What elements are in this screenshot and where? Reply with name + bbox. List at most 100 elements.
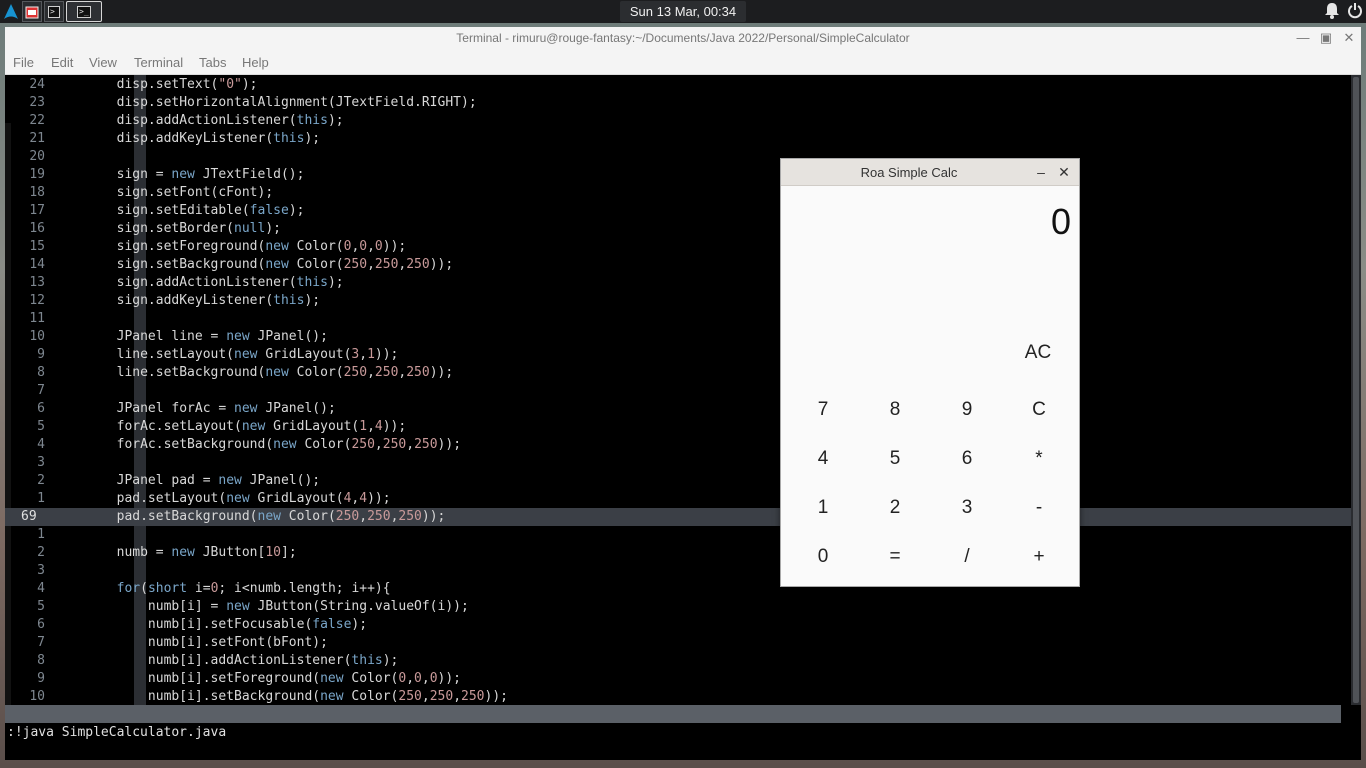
maximize-icon[interactable]: ▣ [1318,30,1334,46]
line-number: 7 [37,383,45,398]
code-line[interactable]: 18 sign.setFont(cFont); [5,184,1351,202]
code-line[interactable]: 2 JPanel pad = new JPanel(); [5,472,1351,490]
code-line[interactable]: 10 JPanel line = new JPanel(); [5,328,1351,346]
code-line[interactable]: 4 for(short i=0; i<numb.length; i++){ [5,580,1351,598]
key-equals[interactable]: = [859,537,931,577]
menu-tabs[interactable]: Tabs [199,55,226,70]
code-line[interactable]: 21 disp.addKeyListener(this); [5,130,1351,148]
line-code: numb[i].setForeground(new Color(0,0,0)); [54,671,462,686]
code-line[interactable]: 5 forAc.setLayout(new GridLayout(1,4)); [5,418,1351,436]
line-number: 2 [37,545,45,560]
calculator-titlebar[interactable]: Roa Simple Calc – ✕ [781,159,1079,186]
line-number: 9 [37,347,45,362]
key-1[interactable]: 1 [787,488,859,528]
power-icon[interactable] [1347,2,1363,23]
line-number: 19 [29,167,45,182]
key-8[interactable]: 8 [859,390,931,430]
code-line[interactable]: 16 sign.setBorder(null); [5,220,1351,238]
key-divide[interactable]: / [931,537,1003,577]
code-line[interactable]: 3 [5,454,1351,472]
code-line[interactable]: 2 numb = new JButton[10]; [5,544,1351,562]
line-number: 2 [37,473,45,488]
menu-help[interactable]: Help [242,55,269,70]
code-line[interactable]: 15 sign.setForeground(new Color(0,0,0)); [5,238,1351,256]
code-editor[interactable]: 24 disp.setText("0"); 23 disp.setHorizont… [5,75,1351,705]
code-line[interactable]: 7 [5,382,1351,400]
line-code: line.setLayout(new GridLayout(3,1)); [54,347,399,362]
menu-edit[interactable]: Edit [51,55,73,70]
line-number: 3 [37,455,45,470]
code-line[interactable]: 4 forAc.setBackground(new Color(250,250,… [5,436,1351,454]
code-line[interactable]: 7 numb[i].setFont(bFont); [5,634,1351,652]
key-0[interactable]: 0 [787,537,859,577]
key-2[interactable]: 2 [859,488,931,528]
line-code: disp.setHorizontalAlignment(JTextField.R… [54,95,477,110]
key-4[interactable]: 4 [787,439,859,479]
key-clear[interactable]: C [1003,390,1075,430]
minimize-icon[interactable]: — [1295,30,1311,46]
terminal-launcher[interactable]: > [44,1,64,22]
notification-bell-icon[interactable] [1324,2,1340,23]
code-line[interactable]: 12 sign.addKeyListener(this); [5,292,1351,310]
menu-terminal[interactable]: Terminal [134,55,183,70]
code-line[interactable]: 5 numb[i] = new JButton(String.valueOf(i… [5,598,1351,616]
command-line[interactable]: :!java SimpleCalculator.java [7,723,226,743]
code-line[interactable]: 8 numb[i].addActionListener(this); [5,652,1351,670]
line-code: for(short i=0; i<numb.length; i++){ [116,581,391,596]
line-code: line.setBackground(new Color(250,250,250… [54,365,454,380]
key-3[interactable]: 3 [931,488,1003,528]
code-line[interactable]: 19 sign = new JTextField(); [5,166,1351,184]
key-5[interactable]: 5 [859,439,931,479]
key-plus[interactable]: + [1003,537,1075,577]
terminal-titlebar[interactable]: Terminal - rimuru@rouge-fantasy:~/Docume… [5,27,1361,51]
code-line[interactable]: 69 pad.setBackground(new Color(250,250,2… [5,508,1351,526]
line-code: sign.setBorder(null); [54,221,281,236]
key-multiply[interactable]: * [1003,439,1075,479]
file-manager-launcher[interactable] [22,1,42,22]
line-number: 3 [37,563,45,578]
code-line[interactable]: 11 [5,310,1351,328]
line-code: pad.setBackground(new Color(250,250,250)… [54,509,446,524]
line-number: 21 [29,131,45,146]
line-number: 13 [29,275,45,290]
key-6[interactable]: 6 [931,439,1003,479]
line-code: disp.addKeyListener(this); [54,131,321,146]
code-line[interactable]: 9 numb[i].setForeground(new Color(0,0,0)… [5,670,1351,688]
menu-file[interactable]: File [13,55,34,70]
line-number: 8 [37,653,45,668]
terminal-task-button[interactable]: >_ [66,1,102,22]
code-line[interactable]: 23 disp.setHorizontalAlignment(JTextFiel… [5,94,1351,112]
calc-close-icon[interactable]: ✕ [1055,163,1073,181]
code-line[interactable]: 24 disp.setText("0"); [5,76,1351,94]
code-line[interactable]: 6 numb[i].setFocusable(false); [5,616,1351,634]
key-9[interactable]: 9 [931,390,1003,430]
code-line[interactable]: 20 [5,148,1351,166]
key-minus[interactable]: - [1003,488,1075,528]
line-number: 5 [37,419,45,434]
editor-scrollbar[interactable] [1351,75,1361,705]
key-ac[interactable]: AC [1002,333,1074,373]
code-line[interactable]: 9 line.setLayout(new GridLayout(3,1)); [5,346,1351,364]
panel-clock[interactable]: Sun 13 Mar, 00:34 [620,1,746,22]
line-number: 8 [37,365,45,380]
code-line[interactable]: 8 line.setBackground(new Color(250,250,2… [5,364,1351,382]
menu-view[interactable]: View [89,55,117,70]
code-line[interactable]: 22 disp.addActionListener(this); [5,112,1351,130]
app-menu-button[interactable] [0,1,22,22]
code-line[interactable]: 6 JPanel forAc = new JPanel(); [5,400,1351,418]
calc-minimize-icon[interactable]: – [1032,163,1050,181]
key-7[interactable]: 7 [787,390,859,430]
code-line[interactable]: 14 sign.setBackground(new Color(250,250,… [5,256,1351,274]
line-code: sign.setEditable(false); [54,203,305,218]
terminal-title: Terminal - rimuru@rouge-fantasy:~/Docume… [456,31,910,45]
code-line[interactable]: 17 sign.setEditable(false); [5,202,1351,220]
code-line[interactable]: 1 [5,526,1351,544]
scrollbar-thumb[interactable] [1353,77,1359,703]
code-line[interactable]: 1 pad.setLayout(new GridLayout(4,4)); [5,490,1351,508]
close-icon[interactable]: ✕ [1341,30,1357,46]
code-line[interactable]: 3 [5,562,1351,580]
line-code: numb[i].addActionListener(this); [54,653,399,668]
code-line[interactable]: 10 numb[i].setBackground(new Color(250,2… [5,688,1351,705]
code-line[interactable]: 13 sign.addActionListener(this); [5,274,1351,292]
